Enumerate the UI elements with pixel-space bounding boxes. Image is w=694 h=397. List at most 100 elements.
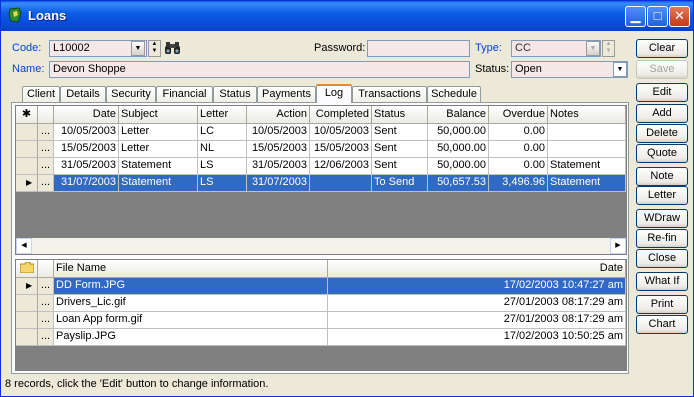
file-date-cell[interactable]: 27/01/2003 08:17:29 am (328, 295, 626, 312)
column-header-file-name[interactable]: File Name (54, 260, 328, 278)
letter-button[interactable]: Letter (636, 186, 688, 205)
maximize-button[interactable]: □ (647, 6, 668, 27)
log-cell-overdue[interactable]: 3,496.96 (489, 175, 548, 192)
edit-button[interactable]: Edit (636, 83, 688, 102)
log-cell-subject[interactable]: Letter (119, 141, 198, 158)
file-name-cell[interactable]: Drivers_Lic.gif (54, 295, 328, 312)
file-name-cell[interactable]: Payslip.JPG (54, 329, 328, 346)
file-name-cell[interactable]: DD Form.JPG (54, 278, 328, 295)
code-spinner[interactable]: ▲ ▼ (148, 40, 161, 57)
log-cell-overdue[interactable]: 0.00 (489, 124, 548, 141)
type-spinner[interactable]: ▲ ▼ (602, 40, 615, 57)
log-cell-action[interactable]: 31/07/2003 (247, 175, 310, 192)
tab-status[interactable]: Status (213, 86, 257, 102)
files-grid[interactable]: File Name Date ▶... DD Form.JPG 17/02/2003 1… (15, 259, 627, 371)
quote-button[interactable]: Quote (636, 144, 688, 163)
status-dropdown-button[interactable]: ▼ (613, 62, 627, 77)
log-cell-date[interactable]: 10/05/2003 (54, 124, 119, 141)
log-cell-balance[interactable]: 50,000.00 (428, 158, 489, 175)
log-cell-subject[interactable]: Letter (119, 124, 198, 141)
tab-payments[interactable]: Payments (257, 86, 316, 102)
minimize-button[interactable]: ▁ (625, 6, 646, 27)
wdraw-button[interactable]: WDraw (636, 209, 688, 228)
column-header-balance[interactable]: Balance (428, 106, 489, 124)
log-cell-notes[interactable]: Statement (548, 158, 626, 175)
log-cell-action[interactable]: 15/05/2003 (247, 141, 310, 158)
tab-log[interactable]: Log (316, 84, 352, 103)
column-header-notes[interactable]: Notes (548, 106, 626, 124)
log-cell-date[interactable]: 31/07/2003 (54, 175, 119, 192)
file-date-cell[interactable]: 17/02/2003 10:50:25 am (328, 329, 626, 346)
log-cell-letter[interactable]: NL (198, 141, 247, 158)
print-button[interactable]: Print (636, 295, 688, 314)
log-horizontal-scrollbar[interactable]: ◀ ▶ (16, 238, 626, 254)
row-detail-button[interactable]: ... (38, 278, 54, 295)
log-cell-letter[interactable]: LC (198, 124, 247, 141)
close-window-button[interactable]: ✕ (669, 6, 690, 27)
tab-transactions[interactable]: Transactions (352, 86, 427, 102)
log-cell-completed[interactable]: 15/05/2003 (310, 141, 372, 158)
row-detail-button[interactable]: ... (38, 329, 54, 346)
folder-header[interactable] (16, 260, 38, 278)
binoculars-icon[interactable] (164, 41, 181, 56)
log-cell-overdue[interactable]: 0.00 (489, 158, 548, 175)
log-cell-date[interactable]: 15/05/2003 (54, 141, 119, 158)
row-detail-button[interactable]: ... (38, 158, 54, 175)
status-combo[interactable]: Open (511, 61, 628, 78)
tab-security[interactable]: Security (106, 86, 156, 102)
log-cell-balance[interactable]: 50,000.00 (428, 141, 489, 158)
chart-button[interactable]: Chart (636, 315, 688, 334)
note-button[interactable]: Note (636, 167, 688, 186)
tab-financial[interactable]: Financial (156, 86, 213, 102)
log-cell-action[interactable]: 10/05/2003 (247, 124, 310, 141)
log-cell-letter[interactable]: LS (198, 175, 247, 192)
scroll-right-icon[interactable]: ▶ (610, 238, 626, 254)
log-cell-status[interactable]: Sent (372, 141, 428, 158)
column-header-action[interactable]: Action (247, 106, 310, 124)
password-field[interactable] (367, 40, 470, 57)
log-cell-subject[interactable]: Statement (119, 158, 198, 175)
log-cell-completed[interactable] (310, 175, 372, 192)
save-button[interactable]: Save (636, 60, 688, 79)
row-detail-button[interactable]: ... (38, 175, 54, 192)
row-detail-button[interactable]: ... (38, 312, 54, 329)
clear-button[interactable]: Clear (636, 39, 688, 58)
log-grid[interactable]: ✱ Date Subject Letter Action Completed Status B… (15, 105, 627, 255)
log-cell-completed[interactable]: 12/06/2003 (310, 158, 372, 175)
file-date-cell[interactable]: 27/01/2003 08:17:29 am (328, 312, 626, 329)
log-cell-date[interactable]: 31/05/2003 (54, 158, 119, 175)
row-detail-button[interactable]: ... (38, 124, 54, 141)
log-cell-notes[interactable] (548, 141, 626, 158)
log-cell-notes[interactable]: Statement (548, 175, 626, 192)
column-header-completed[interactable]: Completed (310, 106, 372, 124)
close-button[interactable]: Close (636, 249, 688, 268)
log-cell-status[interactable]: Sent (372, 158, 428, 175)
log-cell-status[interactable]: Sent (372, 124, 428, 141)
column-header-letter[interactable]: Letter (198, 106, 247, 124)
column-header-subject[interactable]: Subject (119, 106, 198, 124)
log-cell-balance[interactable]: 50,000.00 (428, 124, 489, 141)
row-detail-button[interactable]: ... (38, 141, 54, 158)
tab-details[interactable]: Details (60, 86, 106, 102)
column-header-status[interactable]: Status (372, 106, 428, 124)
add-button[interactable]: Add (636, 104, 688, 123)
name-field[interactable]: Devon Shoppe (49, 61, 470, 78)
log-cell-subject[interactable]: Statement (119, 175, 198, 192)
tab-client[interactable]: Client (22, 86, 60, 102)
scroll-left-icon[interactable]: ◀ (16, 238, 32, 254)
log-cell-letter[interactable]: LS (198, 158, 247, 175)
log-cell-notes[interactable] (548, 124, 626, 141)
log-cell-completed[interactable]: 10/05/2003 (310, 124, 372, 141)
row-detail-button[interactable]: ... (38, 295, 54, 312)
code-dropdown-button[interactable]: ▼ (131, 41, 145, 56)
select-all-icon[interactable]: ✱ (16, 106, 38, 124)
delete-button[interactable]: Delete (636, 124, 688, 143)
column-header-overdue[interactable]: Overdue (489, 106, 548, 124)
log-cell-action[interactable]: 31/05/2003 (247, 158, 310, 175)
column-header-date[interactable]: Date (328, 260, 626, 278)
file-name-cell[interactable]: Loan App form.gif (54, 312, 328, 329)
log-cell-status[interactable]: To Send (372, 175, 428, 192)
column-header-date[interactable]: Date (54, 106, 119, 124)
type-dropdown-button[interactable]: ▼ (586, 41, 600, 56)
log-cell-overdue[interactable]: 0.00 (489, 141, 548, 158)
